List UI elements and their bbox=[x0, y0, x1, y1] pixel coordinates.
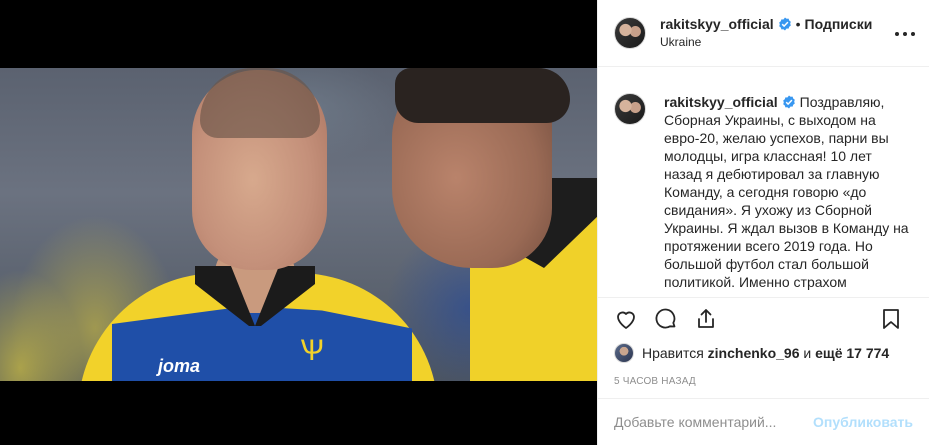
post-photo[interactable]: joma Ѱ bbox=[0, 68, 597, 381]
caption-text: Поздравляю, Сборная Украины, с выходом н… bbox=[664, 94, 909, 290]
photo-crest-logo: Ѱ bbox=[300, 334, 324, 367]
caption-username[interactable]: rakitskyy_official bbox=[664, 94, 778, 110]
post-sidebar: rakitskyy_official • Подписки Ukraine ra… bbox=[597, 0, 929, 445]
header-separator: • bbox=[795, 16, 801, 32]
comment-input[interactable] bbox=[614, 414, 814, 430]
post-caption: rakitskyy_official Поздравляю, Сборная У… bbox=[664, 93, 913, 297]
post-location[interactable]: Ukraine bbox=[660, 33, 872, 51]
likes-count[interactable]: ещё 17 774 bbox=[815, 345, 889, 361]
comment-bubble-icon[interactable] bbox=[652, 305, 680, 333]
action-bar bbox=[598, 298, 929, 340]
verified-badge-icon bbox=[778, 17, 791, 31]
comments-section: rakitskyy_official Поздравляю, Сборная У… bbox=[598, 67, 929, 297]
post-media[interactable]: joma Ѱ bbox=[0, 0, 597, 445]
author-avatar[interactable] bbox=[614, 17, 646, 49]
photo-brand-logo: joma bbox=[158, 356, 201, 376]
liker-username[interactable]: zinchenko_96 bbox=[708, 345, 800, 361]
author-username[interactable]: rakitskyy_official bbox=[660, 15, 774, 33]
heart-icon[interactable] bbox=[612, 305, 640, 333]
bookmark-icon[interactable] bbox=[877, 305, 905, 333]
post-header: rakitskyy_official • Подписки Ukraine bbox=[598, 0, 929, 67]
add-comment-form: Опубликовать bbox=[598, 398, 929, 445]
more-options-icon[interactable] bbox=[895, 24, 915, 44]
likes-summary: Нравится zinchenko_96 и ещё 17 774 bbox=[598, 340, 929, 366]
share-icon[interactable] bbox=[692, 305, 720, 333]
verified-badge-icon bbox=[782, 95, 795, 109]
likes-prefix: Нравится bbox=[642, 345, 704, 361]
header-row: rakitskyy_official • Подписки bbox=[660, 15, 872, 33]
more-dot bbox=[911, 32, 915, 36]
publish-button[interactable]: Опубликовать bbox=[813, 414, 913, 430]
liker-avatar[interactable] bbox=[614, 343, 634, 363]
following-button[interactable]: Подписки bbox=[805, 15, 873, 33]
header-text: rakitskyy_official • Подписки Ukraine bbox=[660, 15, 872, 51]
more-dot bbox=[895, 32, 899, 36]
photo-player-right-hair bbox=[395, 68, 570, 123]
likes-conjunction: и bbox=[803, 345, 812, 361]
more-dot bbox=[903, 32, 907, 36]
instagram-post-modal: joma Ѱ rakitskyy_official • Подписки Ukr… bbox=[0, 0, 929, 445]
post-timestamp[interactable]: 5 ЧАСОВ НАЗАД bbox=[598, 366, 929, 396]
caption-author-avatar[interactable] bbox=[614, 93, 646, 125]
